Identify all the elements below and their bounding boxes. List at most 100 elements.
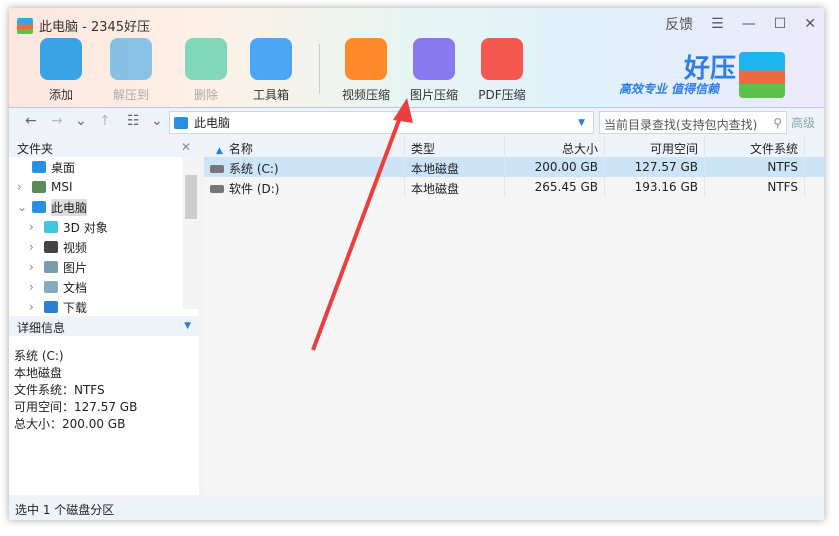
up-button[interactable]: ↑ [99, 113, 111, 129]
detail-line: 文件系统：NTFS [14, 383, 105, 397]
expander-icon[interactable]: › [29, 280, 39, 294]
desktop-icon [32, 161, 46, 173]
cell-free: 193.16 GB [605, 177, 705, 197]
detail-line: 总大小：200.00 GB [14, 417, 126, 431]
menu-icon[interactable]: ☰ [711, 16, 724, 32]
column-label: 名称 [228, 142, 253, 156]
tree-item[interactable]: › 下载 [9, 297, 199, 317]
cell-total: 200.00 GB [505, 157, 605, 177]
expander-icon[interactable]: › [29, 300, 39, 314]
back-button[interactable]: ← [25, 113, 37, 129]
expander-icon[interactable]: ⌄ [17, 200, 27, 214]
search-input[interactable]: 当前目录查找(支持包内查找) ⚲ [599, 111, 787, 134]
computer-icon [32, 201, 46, 213]
toolbar-button-5[interactable]: 图片压缩 [404, 38, 464, 103]
toolbar-label: 图片压缩 [409, 88, 458, 102]
drive-name: 软件 (D:) [229, 182, 280, 196]
close-button[interactable]: ✕ [804, 16, 816, 32]
tree-item[interactable]: › 3D 对象 [9, 217, 199, 237]
folders-title: 文件夹 [17, 142, 54, 156]
toolbar-icon [413, 38, 455, 80]
nav-bar: ← → ⌄ ↑ ☷ ⌄ 此电脑 ▼ 当前目录查找(支持包内查找) ⚲ 高级 [9, 107, 824, 135]
column-header[interactable]: 总大小 [505, 137, 605, 157]
toolbar-label: PDF压缩 [478, 88, 526, 102]
toolbar-icon [250, 38, 292, 80]
cell-type: 本地磁盘 [405, 157, 505, 177]
tree-item[interactable]: › 文档 [9, 277, 199, 297]
file-list: ▲ 名称 类型 总大小 可用空间 文件系统 系统 (C:) 本地磁盘 200.00 GB 127… [204, 137, 824, 495]
toolbar-label: 视频压缩 [341, 88, 390, 102]
tree-scrollbar[interactable] [183, 157, 199, 309]
view-dropdown[interactable]: ⌄ [151, 113, 163, 129]
maximize-button[interactable]: ☐ [774, 16, 787, 32]
address-dropdown[interactable]: ▼ [578, 118, 585, 128]
address-bar[interactable]: 此电脑 ▼ [169, 111, 594, 134]
column-label: 可用空间 [649, 142, 698, 156]
tree-item-label: 桌面 [51, 160, 76, 175]
tree-item[interactable]: › MSI [9, 177, 199, 197]
tree-item[interactable]: 桌面 [9, 157, 199, 177]
status-bar: 选中 1 个磁盘分区 [9, 497, 824, 520]
folder-tree: 桌面 › MSI ⌄ 此电脑 › 3D 对象 › 视频 › 图片 › 文档 › 下载 [9, 157, 199, 317]
toolbar-button-3[interactable]: 工具箱 [241, 38, 301, 103]
expander-icon[interactable]: › [29, 260, 39, 274]
expander-icon[interactable]: › [29, 220, 39, 234]
history-dropdown[interactable]: ⌄ [75, 113, 87, 129]
cell-fs: NTFS [705, 157, 805, 177]
window-title: 此电脑 - 2345好压 [17, 16, 150, 35]
minimize-button[interactable]: — [742, 16, 756, 32]
column-header[interactable]: 类型 [405, 137, 505, 157]
detail-line: 本地磁盘 [14, 366, 63, 380]
tree-item[interactable]: › 视频 [9, 237, 199, 257]
forward-button[interactable]: → [51, 113, 63, 129]
toolbar-icon [481, 38, 523, 80]
column-header[interactable]: 文件系统 [705, 137, 805, 157]
column-header[interactable]: 可用空间 [605, 137, 705, 157]
collapse-details-icon[interactable]: ▼ [184, 321, 191, 331]
tree-item-label: 3D 对象 [63, 220, 108, 235]
drive-icon [210, 165, 224, 173]
expander-icon[interactable]: › [29, 240, 39, 254]
column-headers: ▲ 名称 类型 总大小 可用空间 文件系统 [204, 137, 824, 157]
toolbar-button-2[interactable]: 删除 [176, 38, 236, 103]
details-panel: 详细信息 ▼ 系统 (C:) 本地磁盘 文件系统：NTFS 可用空间：127.57 GB… [9, 316, 199, 445]
cell-total: 265.45 GB [505, 177, 605, 197]
view-mode-icon[interactable]: ☷ [127, 113, 140, 129]
toolbar-button-0[interactable]: 添加 [31, 38, 91, 103]
cell-fs: NTFS [705, 177, 805, 197]
column-label: 类型 [411, 142, 436, 156]
toolbar-label: 解压到 [112, 88, 149, 102]
header: 此电脑 - 2345好压 反馈 ☰ — ☐ ✕ 添加 解压到 删除 工具箱 视频压缩 图片… [9, 8, 824, 107]
toolbar-button-6[interactable]: PDF压缩 [472, 38, 532, 103]
cell-free: 127.57 GB [605, 157, 705, 177]
cell-type: 本地磁盘 [405, 177, 505, 197]
picture-icon [44, 261, 58, 273]
title-text: 此电脑 - 2345好压 [39, 20, 151, 35]
tree-item[interactable]: ⌄ 此电脑 [9, 197, 199, 217]
close-pane-icon[interactable]: ✕ [181, 140, 191, 154]
brand-slogan: 高效专业 值得信赖 [619, 82, 720, 96]
tree-item[interactable]: › 图片 [9, 257, 199, 277]
column-label: 总大小 [561, 142, 598, 156]
app-logo-icon [17, 17, 33, 34]
feedback-link[interactable]: 反馈 [665, 14, 693, 34]
table-row[interactable]: 软件 (D:) 本地磁盘 265.45 GB 193.16 GB NTFS [204, 177, 824, 197]
search-icon[interactable]: ⚲ [773, 116, 782, 130]
drive-icon [210, 185, 224, 193]
toolbar-label: 工具箱 [252, 88, 289, 102]
toolbar-icon [185, 38, 227, 80]
toolbar-divider [319, 44, 320, 94]
toolbar-button-4[interactable]: 视频压缩 [336, 38, 396, 103]
table-row[interactable]: 系统 (C:) 本地磁盘 200.00 GB 127.57 GB NTFS [204, 157, 824, 177]
advanced-search-link[interactable]: 高级 [791, 114, 815, 131]
toolbar-button-1[interactable]: 解压到 [101, 38, 161, 103]
toolbar-icon [110, 38, 152, 80]
column-header[interactable]: ▲ 名称 [204, 137, 405, 157]
toolbar-icon [40, 38, 82, 80]
tree-item-label: 下载 [63, 300, 88, 315]
scroll-thumb[interactable] [185, 175, 197, 219]
detail-line: 可用空间：127.57 GB [14, 400, 138, 414]
computer-icon [174, 116, 188, 129]
download-icon [44, 301, 58, 313]
expander-icon[interactable]: › [17, 180, 27, 194]
